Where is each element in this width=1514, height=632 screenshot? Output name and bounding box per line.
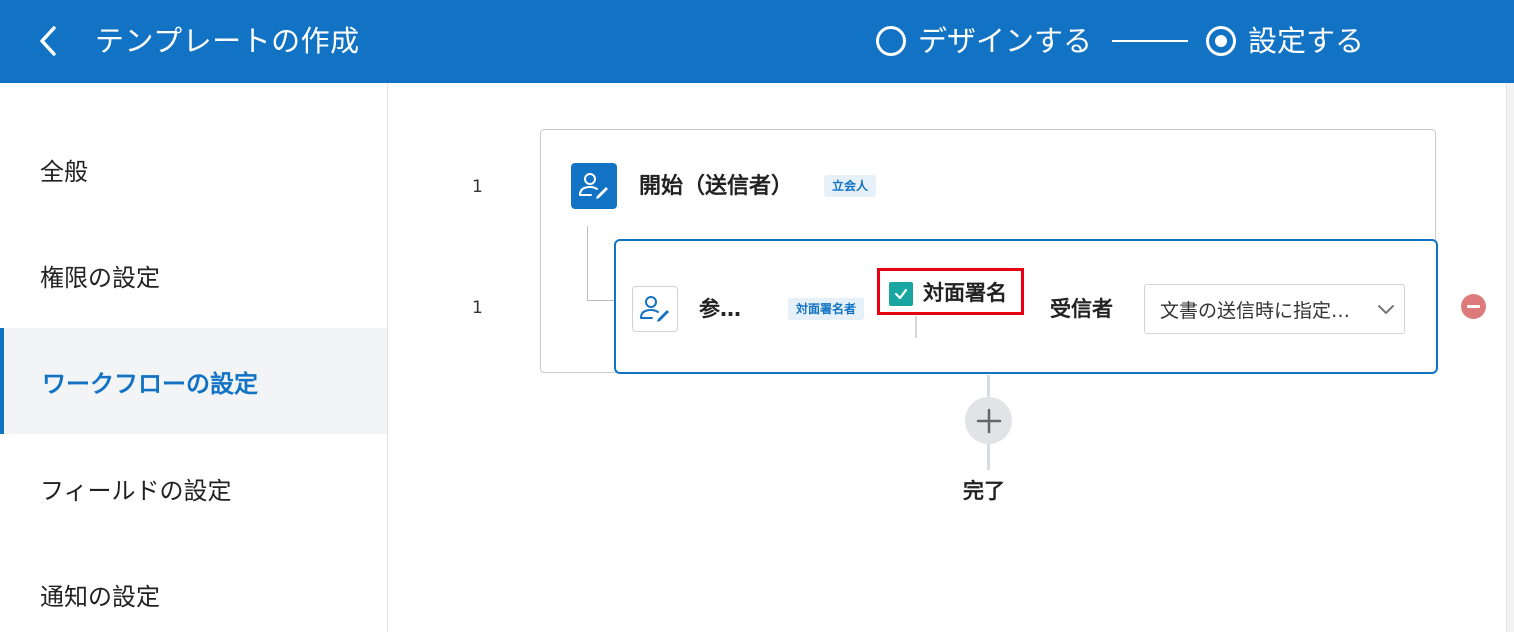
sidebar-item-fields[interactable]: フィールドの設定 [0,435,387,541]
step-design[interactable]: デザインする [876,22,1092,60]
flow-connector-bottom [987,444,990,470]
step-design-label: デザインする [918,24,1093,58]
person-edit-icon [640,296,669,322]
app-header: テンプレートの作成 デザインする 設定する [0,0,1514,83]
back-button[interactable] [30,20,70,62]
radio-design[interactable] [876,26,906,56]
sidebar-item-general[interactable]: 全般 [0,116,387,222]
chevron-down-icon [1378,305,1394,314]
in-person-signing-checkbox[interactable] [889,282,913,306]
checkmark-icon [894,288,908,300]
sidebar-item-workflow[interactable]: ワークフローの設定 [0,328,387,434]
step-order-participant: 1 [472,298,483,318]
sidebar-item-permissions[interactable]: 権限の設定 [0,222,387,328]
plus-icon [976,408,1001,433]
field-divider [915,316,917,338]
step-settings[interactable]: 設定する [1206,22,1364,60]
in-person-signing-label: 対面署名 [923,281,1007,305]
chevron-left-icon [40,26,56,56]
step-settings-label: 設定する [1248,24,1365,58]
recipient-label: 受信者 [1050,297,1113,321]
role-badge-in-person-signer: 対面署名者 [788,298,865,320]
tree-connector-horizontal [587,300,617,301]
sidebar-item-label: 通知の設定 [40,582,160,611]
person-edit-icon [579,173,608,199]
scrollbar-track[interactable] [1506,83,1514,632]
sidebar-item-label: ワークフローの設定 [42,369,258,398]
role-badge-witness: 立会人 [824,175,877,197]
start-step-title: 開始（送信者） [639,174,794,199]
add-step-button[interactable] [965,397,1012,444]
radio-settings[interactable] [1206,26,1237,56]
sidebar-item-label: 権限の設定 [40,263,160,292]
participant-icon-box [632,286,678,332]
sidebar-item-label: 全般 [40,157,88,186]
sidebar-item-label: フィールドの設定 [40,476,232,505]
workflow-end-label: 完了 [963,479,1005,503]
step-indicator: デザインする 設定する [876,22,1364,60]
remove-step-button[interactable] [1461,294,1486,319]
recipient-select[interactable]: 文書の送信時に指定… [1144,284,1405,334]
flow-connector-top [987,375,990,397]
step-order-start: 1 [472,177,483,197]
sidebar-item-notifications[interactable]: 通知の設定 [0,541,387,632]
sidebar: 全般 権限の設定 ワークフローの設定 フィールドの設定 通知の設定 [0,83,388,632]
page-title: テンプレートの作成 [95,24,360,58]
recipient-select-value: 文書の送信時に指定… [1160,299,1351,322]
start-step-icon-box [571,163,617,209]
step-connector [1112,40,1189,42]
participant-name: 参… [699,297,741,321]
tree-connector-vertical [587,226,588,301]
